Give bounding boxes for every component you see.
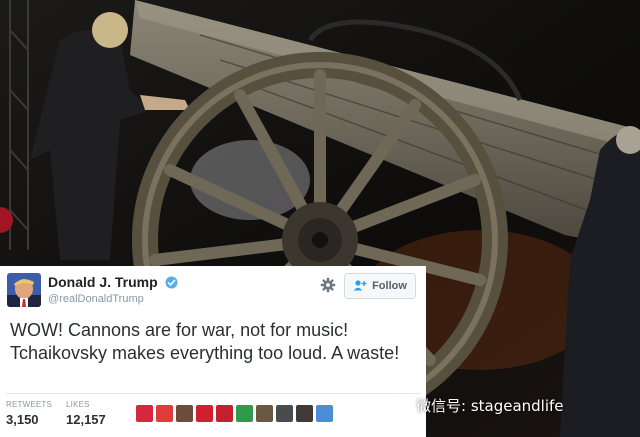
liker-avatar[interactable] [256, 405, 273, 422]
tweet-card: Donald J. Trump @realDonaldTrump Follow … [0, 266, 426, 437]
divider [6, 393, 420, 394]
wechat-watermark: 微信号: stageandlife [386, 393, 564, 417]
liker-avatar[interactable] [236, 405, 253, 422]
likes-stat[interactable]: LIKES 12,157 [66, 400, 106, 427]
author-name-row: Donald J. Trump [48, 274, 178, 294]
watermark-text: 微信号: stageandlife [416, 396, 564, 415]
likes-label: LIKES [66, 400, 90, 409]
liker-avatar[interactable] [196, 405, 213, 422]
follow-button[interactable]: Follow [344, 273, 416, 299]
retweets-label: RETWEETS [6, 400, 53, 409]
retweets-count: 3,150 [6, 412, 39, 427]
liker-avatar[interactable] [276, 405, 293, 422]
liker-avatar[interactable] [176, 405, 193, 422]
liker-avatar[interactable] [136, 405, 153, 422]
liker-avatar[interactable] [316, 405, 333, 422]
author-handle[interactable]: @realDonaldTrump [48, 293, 144, 305]
profile-avatar[interactable] [7, 273, 41, 307]
follow-button-label: Follow [372, 280, 407, 292]
retweets-stat[interactable]: RETWEETS 3,150 [6, 400, 52, 427]
liker-avatar[interactable] [216, 405, 233, 422]
wechat-icon [386, 393, 410, 417]
add-user-icon [353, 279, 367, 294]
liker-avatar[interactable] [296, 405, 313, 422]
liker-avatar[interactable] [156, 405, 173, 422]
tweet-text: WOW! Cannons are for war, not for music!… [10, 320, 400, 363]
verified-badge-icon [165, 276, 178, 294]
author-display-name[interactable]: Donald J. Trump [48, 274, 158, 290]
likes-count: 12,157 [66, 412, 106, 427]
gear-icon[interactable] [320, 277, 336, 298]
liker-avatars [136, 405, 333, 422]
